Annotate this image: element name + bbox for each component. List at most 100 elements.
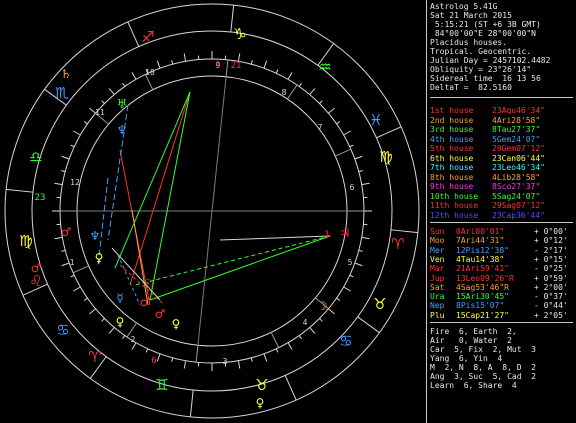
aries-icon: ♈ xyxy=(391,235,404,253)
degree-tick xyxy=(309,327,316,334)
degree-tick xyxy=(319,318,323,322)
planet-latitude: + 2°00' xyxy=(534,282,568,292)
planet-position: 4Sag53'46"R xyxy=(456,282,509,292)
house-cusp-value: 4Lib28'58" xyxy=(492,172,541,182)
degree-tick xyxy=(61,170,66,173)
planet-name: Plu xyxy=(430,310,445,320)
degree-tick xyxy=(343,130,351,136)
degree-tick xyxy=(309,88,316,95)
planet-name: Jup xyxy=(430,273,445,283)
aspect-line xyxy=(149,91,191,301)
degree-tick xyxy=(354,262,363,267)
summary-learn-share: Learn 6, Share 4 xyxy=(430,381,517,390)
house-cusp xyxy=(225,59,229,77)
planet-latitude: + 0°59' xyxy=(534,273,568,283)
degree-tick xyxy=(354,155,363,160)
house-number: 8 xyxy=(282,88,287,97)
house-label: 1st house xyxy=(430,106,474,115)
separator xyxy=(430,222,573,223)
aries-mirror-icon: ♈ xyxy=(88,348,101,366)
degree-tick xyxy=(237,360,241,369)
degree-tick xyxy=(361,236,370,240)
planet-latitude: - 0°25' xyxy=(534,264,568,274)
planet-position: 0Ari00'01" xyxy=(456,227,505,236)
mercury-icon: ☿ xyxy=(116,291,123,305)
degree-tick xyxy=(343,286,351,292)
house-cusp-value: 4Ari28'58" xyxy=(492,115,541,125)
planet-latitude: - 0°44' xyxy=(534,301,568,311)
virgo-icon: ♍ xyxy=(19,232,32,250)
separator xyxy=(430,322,573,323)
planet-position: 21Ari59'41" xyxy=(456,264,509,274)
planet-position: 13Leo09'26"R xyxy=(456,273,514,283)
degree-tick xyxy=(156,353,161,362)
cancer-icon: ♋ xyxy=(56,321,69,339)
degree-tick xyxy=(70,144,75,148)
house-label: 7th house xyxy=(430,163,474,172)
house-number: 12 xyxy=(70,178,80,187)
degree-tick xyxy=(263,353,268,362)
planet-name: Ura xyxy=(430,292,445,302)
degree-tick xyxy=(361,182,370,186)
degree-tick xyxy=(89,308,96,315)
house-number: 7 xyxy=(318,123,323,132)
degree-tick xyxy=(328,308,335,315)
degree-tick xyxy=(183,360,187,369)
degree-tick xyxy=(336,121,341,125)
house-cusp-value: 8Sco27'37" xyxy=(492,182,541,191)
pisces-icon: ♓ xyxy=(369,111,382,129)
aquarius-icon: ♒ xyxy=(318,58,331,76)
astrolog-window: { "app": { "name": "Astrolog 5.41G", "da… xyxy=(0,0,576,423)
degree-tick xyxy=(145,348,149,353)
sun-icon: ☉ xyxy=(143,277,154,291)
taurus-icon: ♉ xyxy=(255,376,268,394)
chart-wheel[interactable]: ♑ ♐ ♏ ♎ ♍ ♌ ♋ ♈ ♊ ♉ ♒ ♓ ♈ ♉ ♋ ♍ ♄ ♅ ♆ ♆ … xyxy=(0,0,425,423)
degree-tick xyxy=(358,170,363,173)
venus-icon: ♀ xyxy=(95,251,104,265)
house-cusp xyxy=(287,84,298,100)
degree-tick xyxy=(54,182,63,186)
planet-name: Ven xyxy=(430,254,445,264)
degree-tick xyxy=(250,60,253,65)
taurus-right-icon: ♉ xyxy=(373,295,386,313)
sign-divider xyxy=(390,229,418,234)
house-number: 1 xyxy=(70,258,75,267)
degree-tick xyxy=(275,348,279,353)
neptune-icon: ♆ xyxy=(117,123,128,137)
degree-tick xyxy=(263,60,268,69)
planet-name: Sat xyxy=(430,282,445,292)
house-label: 2nd house xyxy=(430,115,474,125)
house-cusp xyxy=(270,332,280,348)
house-number: 6 xyxy=(350,183,355,192)
house-cusp-value: 23Aqu46'34" xyxy=(492,106,545,115)
venus-bottom-icon: ♀ xyxy=(172,317,181,331)
planet-latitude: + 0°15' xyxy=(534,254,568,264)
sign-divider xyxy=(127,21,140,47)
house-number: 4 xyxy=(303,318,308,327)
planet-position: 12Pis12'38" xyxy=(456,245,509,255)
sign-divider xyxy=(189,389,194,417)
degree-tick xyxy=(108,327,115,334)
jupiter-icon: ♃ xyxy=(340,226,351,240)
degree-tick xyxy=(171,357,174,362)
degree-tick xyxy=(131,72,137,80)
mars-lower-icon: ♂ xyxy=(155,307,166,321)
degree-tick xyxy=(298,335,302,340)
house-cusp-value: 5Gem24'07" xyxy=(492,134,541,144)
degree-tick xyxy=(171,60,174,65)
saturn-icon: ♄ xyxy=(61,67,72,81)
degree-tick xyxy=(275,69,279,74)
neptune-glyph: ♆ xyxy=(90,229,101,243)
house-cusp-value: 23Can06'44" xyxy=(492,153,545,163)
house-number: 2 xyxy=(131,335,136,344)
separator xyxy=(430,97,573,98)
planet-name: Mar xyxy=(430,264,445,274)
house-cusp xyxy=(195,345,199,363)
degree-tick xyxy=(61,262,70,267)
planet-position: 8Pis15'07" xyxy=(456,301,505,311)
aspect-line xyxy=(134,235,331,286)
planet-latitude: + 0°00' xyxy=(534,227,568,236)
cusp-degree-top: 5 xyxy=(215,61,220,71)
degree-tick xyxy=(250,357,253,362)
cusp-degree-bottom: 6 xyxy=(151,356,156,366)
